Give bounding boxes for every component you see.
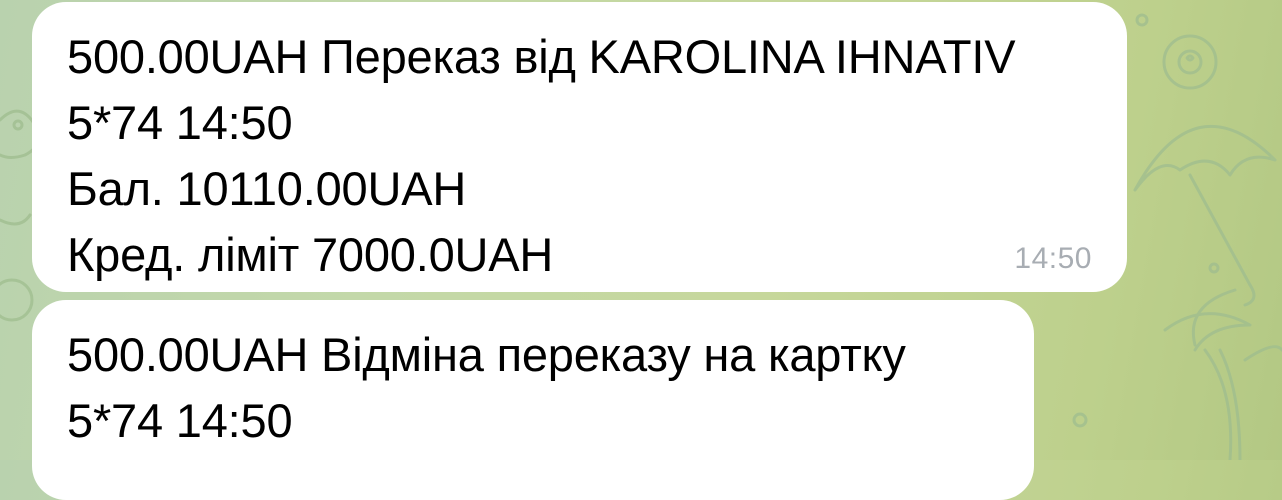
message-bubble[interactable]: 500.00UAH Відміна переказу на картку 5*7… xyxy=(32,300,1034,500)
message-line: Кред. ліміт 7000.0UAH xyxy=(67,228,554,281)
message-line: 500.00UAH Відміна переказу на картку xyxy=(67,328,906,381)
message-line: 5*74 14:50 xyxy=(67,96,293,149)
message-time: 14:50 xyxy=(1014,242,1092,275)
message-line: Бал. 10110.00UAH xyxy=(67,162,467,215)
message-line: 500.00UAH Переказ від KAROLINA IHNATIV xyxy=(67,30,1016,83)
chat-messages: 500.00UAH Переказ від KAROLINA IHNATIV 5… xyxy=(0,0,1282,500)
message-line: 5*74 14:50 xyxy=(67,394,293,447)
message-bubble[interactable]: 500.00UAH Переказ від KAROLINA IHNATIV 5… xyxy=(32,2,1127,292)
